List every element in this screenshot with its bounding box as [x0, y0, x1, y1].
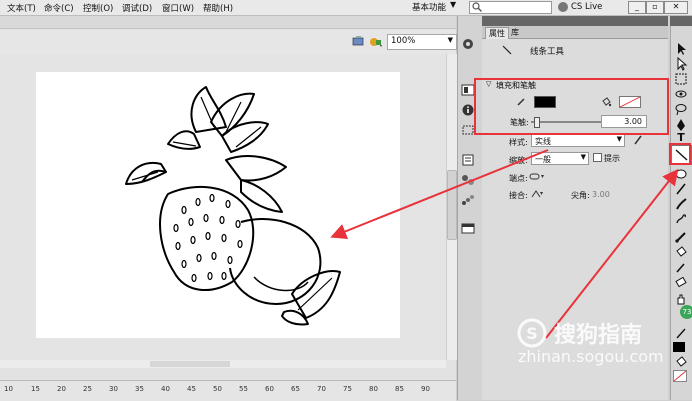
sogou-logo-glyph: S [526, 324, 538, 343]
sogou-logo-icon: S [517, 318, 547, 348]
arrow-to-stage [330, 149, 549, 239]
watermark-url: zhinan.sogou.com [518, 347, 664, 366]
watermark-text: 搜狗指南 [554, 323, 643, 348]
arrow-to-line-tool [545, 168, 679, 339]
